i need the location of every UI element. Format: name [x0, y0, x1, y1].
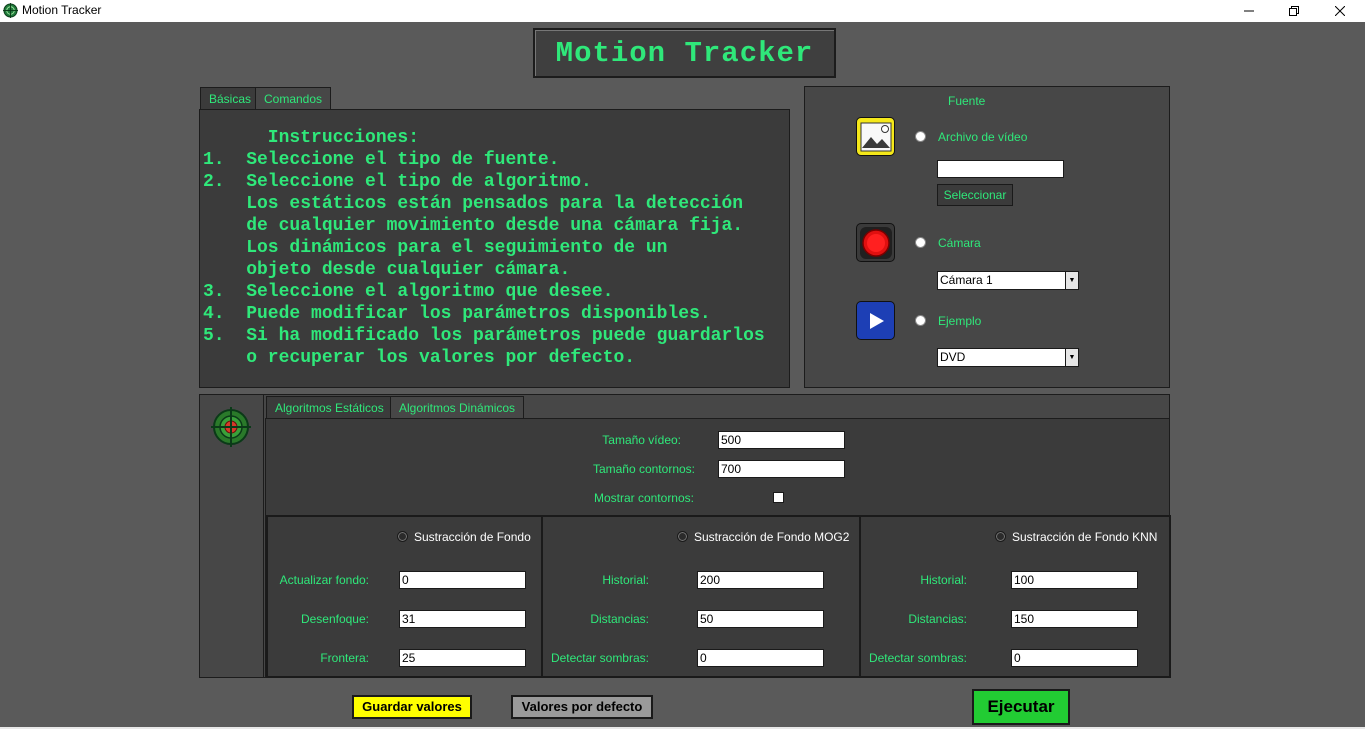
- blur-input[interactable]: 31: [399, 610, 526, 628]
- show-contours-label: Mostrar contornos:: [593, 491, 694, 505]
- tab-basicas[interactable]: Básicas: [200, 87, 261, 110]
- algorithms-panel: Algoritmos Estáticos Algoritmos Dinámico…: [199, 394, 1171, 678]
- instructions-body: Instrucciones: 1. Seleccione el tipo de f…: [199, 109, 790, 388]
- example-label: Ejemplo: [938, 314, 982, 328]
- instruction-line: 2. Seleccione el tipo de algoritmo.: [203, 172, 592, 192]
- instruction-line: Los estáticos están pensados para la det…: [203, 194, 744, 214]
- image-icon[interactable]: [856, 117, 895, 156]
- video-file-input[interactable]: [937, 160, 1064, 178]
- target-icon: [211, 407, 251, 447]
- instructions-text: Instrucciones: 1. Seleccione el tipo de f…: [203, 127, 765, 369]
- radio-mog2[interactable]: [677, 531, 688, 542]
- source-title: Fuente: [948, 94, 986, 108]
- instructions-heading: Instrucciones:: [203, 128, 420, 148]
- camera-select[interactable]: Cámara 1 ▼: [937, 271, 1079, 290]
- window-titlebar: Motion Tracker: [0, 0, 1365, 22]
- knn-history-input[interactable]: 100: [1011, 571, 1138, 589]
- camera-select-value: Cámara 1: [940, 273, 993, 287]
- tab-algoritmos-estaticos[interactable]: Algoritmos Estáticos: [266, 396, 393, 419]
- mog2-distances-label: Distancias:: [590, 612, 649, 626]
- video-size-label: Tamaño vídeo:: [602, 433, 681, 447]
- tab-algoritmos-dinamicos[interactable]: Algoritmos Dinámicos: [390, 396, 525, 419]
- radio-bg-sub[interactable]: [397, 531, 408, 542]
- radio-example[interactable]: [915, 315, 926, 326]
- instruction-line: 4. Puede modificar los parámetros dispon…: [203, 304, 711, 324]
- blur-label: Desenfoque:: [300, 612, 369, 626]
- knn-panel: Sustracción de Fondo KNN Historial: 100 …: [859, 515, 1171, 678]
- minimize-icon[interactable]: [1226, 0, 1272, 22]
- mog2-label: Sustracción de Fondo MOG2: [694, 530, 850, 544]
- mog2-history-label: Historial:: [602, 573, 649, 587]
- crosshair-app-icon: [3, 3, 18, 18]
- update-bg-input[interactable]: 0: [399, 571, 526, 589]
- default-values-button[interactable]: Valores por defecto: [511, 695, 653, 719]
- instruction-line: 1. Seleccione el tipo de fuente.: [203, 150, 560, 170]
- contour-size-input[interactable]: 700: [718, 460, 845, 478]
- play-icon[interactable]: [856, 301, 895, 340]
- select-file-button[interactable]: Seleccionar: [937, 184, 1013, 206]
- instruction-line: objeto desde cualquier cámara.: [203, 260, 571, 280]
- record-icon[interactable]: [856, 223, 895, 262]
- close-icon[interactable]: [1317, 0, 1363, 22]
- radio-knn[interactable]: [995, 531, 1006, 542]
- bg-sub-label: Sustracción de Fondo: [414, 530, 531, 544]
- chevron-down-icon[interactable]: ▼: [1065, 349, 1078, 366]
- example-select-value: DVD: [940, 350, 966, 364]
- knn-distances-label: Distancias:: [908, 612, 967, 626]
- chevron-down-icon[interactable]: ▼: [1065, 272, 1078, 289]
- radio-video-file[interactable]: [915, 131, 926, 142]
- tab-comandos[interactable]: Comandos: [255, 87, 332, 110]
- radio-camera[interactable]: [915, 237, 926, 248]
- instruction-line: 5. Si ha modificado los parámetros puede…: [203, 326, 765, 346]
- knn-history-label: Historial:: [920, 573, 967, 587]
- source-panel: Fuente Archivo de vídeo Seleccionar Cáma…: [804, 86, 1170, 388]
- mog2-history-input[interactable]: 200: [697, 571, 824, 589]
- restore-icon[interactable]: [1271, 0, 1317, 22]
- algorithms-sidebar: [200, 395, 264, 677]
- instruction-line: de cualquier movimiento desde una cámara…: [203, 216, 744, 236]
- app-header-title: Motion Tracker: [555, 36, 814, 70]
- show-contours-checkbox[interactable]: [773, 492, 784, 503]
- bg-sub-panel: Sustracción de Fondo Actualizar fondo: 0…: [266, 515, 543, 678]
- update-bg-label: Actualizar fondo:: [279, 573, 369, 587]
- mog2-shadows-label: Detectar sombras:: [550, 651, 649, 665]
- tab-dinamicos-label: Algoritmos Dinámicos: [399, 401, 516, 415]
- info-panel: Básicas Comandos Instrucciones: 1. Selecc…: [199, 86, 790, 388]
- algorithms-body: Tamaño vídeo: 500 Tamaño contornos: 700 …: [265, 418, 1171, 678]
- mog2-distances-input[interactable]: 50: [697, 610, 824, 628]
- instruction-line: o recuperar los valores por defecto.: [203, 348, 636, 368]
- tab-estaticos-label: Algoritmos Estáticos: [275, 401, 384, 415]
- contour-size-label: Tamaño contornos:: [592, 462, 695, 476]
- instruction-line: Los dinámicos para el seguimiento de un: [203, 238, 668, 258]
- mog2-panel: Sustracción de Fondo MOG2 Historial: 200…: [541, 515, 861, 678]
- window-title: Motion Tracker: [22, 3, 102, 17]
- run-button[interactable]: Ejecutar: [972, 689, 1070, 725]
- tab-comandos-label: Comandos: [264, 92, 323, 106]
- threshold-input[interactable]: 25: [399, 649, 526, 667]
- knn-shadows-label: Detectar sombras:: [868, 651, 967, 665]
- knn-shadows-input[interactable]: 0: [1011, 649, 1138, 667]
- threshold-label: Frontera:: [320, 651, 369, 665]
- video-file-label: Archivo de vídeo: [938, 130, 1028, 144]
- knn-label: Sustracción de Fondo KNN: [1012, 530, 1158, 544]
- camera-label: Cámara: [938, 236, 981, 250]
- mog2-shadows-input[interactable]: 0: [697, 649, 824, 667]
- tab-basicas-label: Básicas: [209, 92, 252, 106]
- app-header: Motion Tracker: [533, 28, 836, 78]
- instruction-line: 3. Seleccione el algoritmo que desee.: [203, 282, 614, 302]
- video-size-input[interactable]: 500: [718, 431, 845, 449]
- knn-distances-input[interactable]: 150: [1011, 610, 1138, 628]
- example-select[interactable]: DVD ▼: [937, 348, 1079, 367]
- save-values-button[interactable]: Guardar valores: [352, 695, 472, 719]
